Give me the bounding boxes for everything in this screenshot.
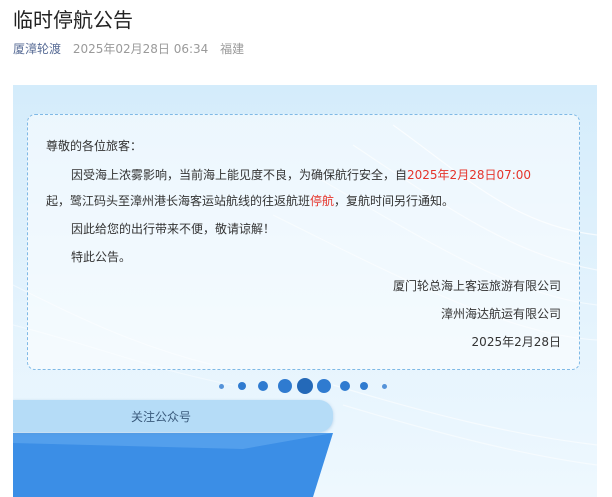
notice-text: 因受海上浓雾影响，当前海上能见度不良，为确保航行安全，自: [71, 168, 408, 182]
notice-highlight-suspension: 停航: [310, 194, 335, 208]
carousel-dot-active[interactable]: [297, 378, 313, 394]
article-meta: 厦漳轮渡 2025年02月28日 06:34 福建: [13, 40, 244, 57]
notice-paragraph-3: 特此公告。: [71, 250, 132, 264]
carousel-dot[interactable]: [219, 384, 224, 389]
notice-text: ，复航时间另行通知。: [334, 194, 455, 208]
notice-box: 尊敬的各位旅客： 因受海上浓雾影响，当前海上能见度不良，为确保航行安全，自202…: [27, 114, 580, 370]
notice-highlight-time: 2025年2月28日07:00: [407, 168, 532, 182]
carousel-dot[interactable]: [238, 382, 246, 390]
notice-sign-date: 2025年2月28日: [471, 335, 561, 349]
blue-diagonal-band: [13, 433, 333, 497]
account-name-link[interactable]: 厦漳轮渡: [13, 42, 61, 56]
notice-paragraph-2: 因此给您的出行带来不便，敬请谅解！: [71, 222, 276, 236]
follow-account-label: 关注公众号: [131, 410, 192, 424]
carousel-dot[interactable]: [278, 379, 292, 393]
notice-signer-1: 厦门轮总海上客运旅游有限公司: [392, 279, 561, 293]
notice-signer-2: 漳州海达航运有限公司: [440, 307, 561, 321]
notice-greeting: 尊敬的各位旅客：: [46, 139, 143, 153]
carousel-dot[interactable]: [258, 381, 268, 391]
carousel-dot[interactable]: [317, 379, 331, 393]
notice-text: 起，鹭江码头至漳州港长海客运站航线的往返航班: [46, 194, 311, 208]
carousel-dots: [13, 376, 597, 396]
carousel-dot[interactable]: [360, 382, 368, 390]
notice-paragraph-1-line-2: 起，鹭江码头至漳州港长海客运站航线的往返航班停航，复航时间另行通知。: [46, 192, 454, 209]
article-title: 临时停航公告: [13, 8, 133, 32]
notice-paragraph-1-line-1: 因受海上浓雾影响，当前海上能见度不良，为确保航行安全，自2025年2月28日07…: [71, 166, 531, 183]
notice-image-card: 尊敬的各位旅客： 因受海上浓雾影响，当前海上能见度不良，为确保航行安全，自202…: [13, 85, 597, 497]
publish-datetime: 2025年02月28日 06:34: [72, 42, 209, 56]
publish-location: 福建: [220, 42, 245, 56]
carousel-dot[interactable]: [382, 384, 387, 389]
follow-account-button[interactable]: 关注公众号: [13, 400, 333, 432]
carousel-dot[interactable]: [340, 381, 350, 391]
